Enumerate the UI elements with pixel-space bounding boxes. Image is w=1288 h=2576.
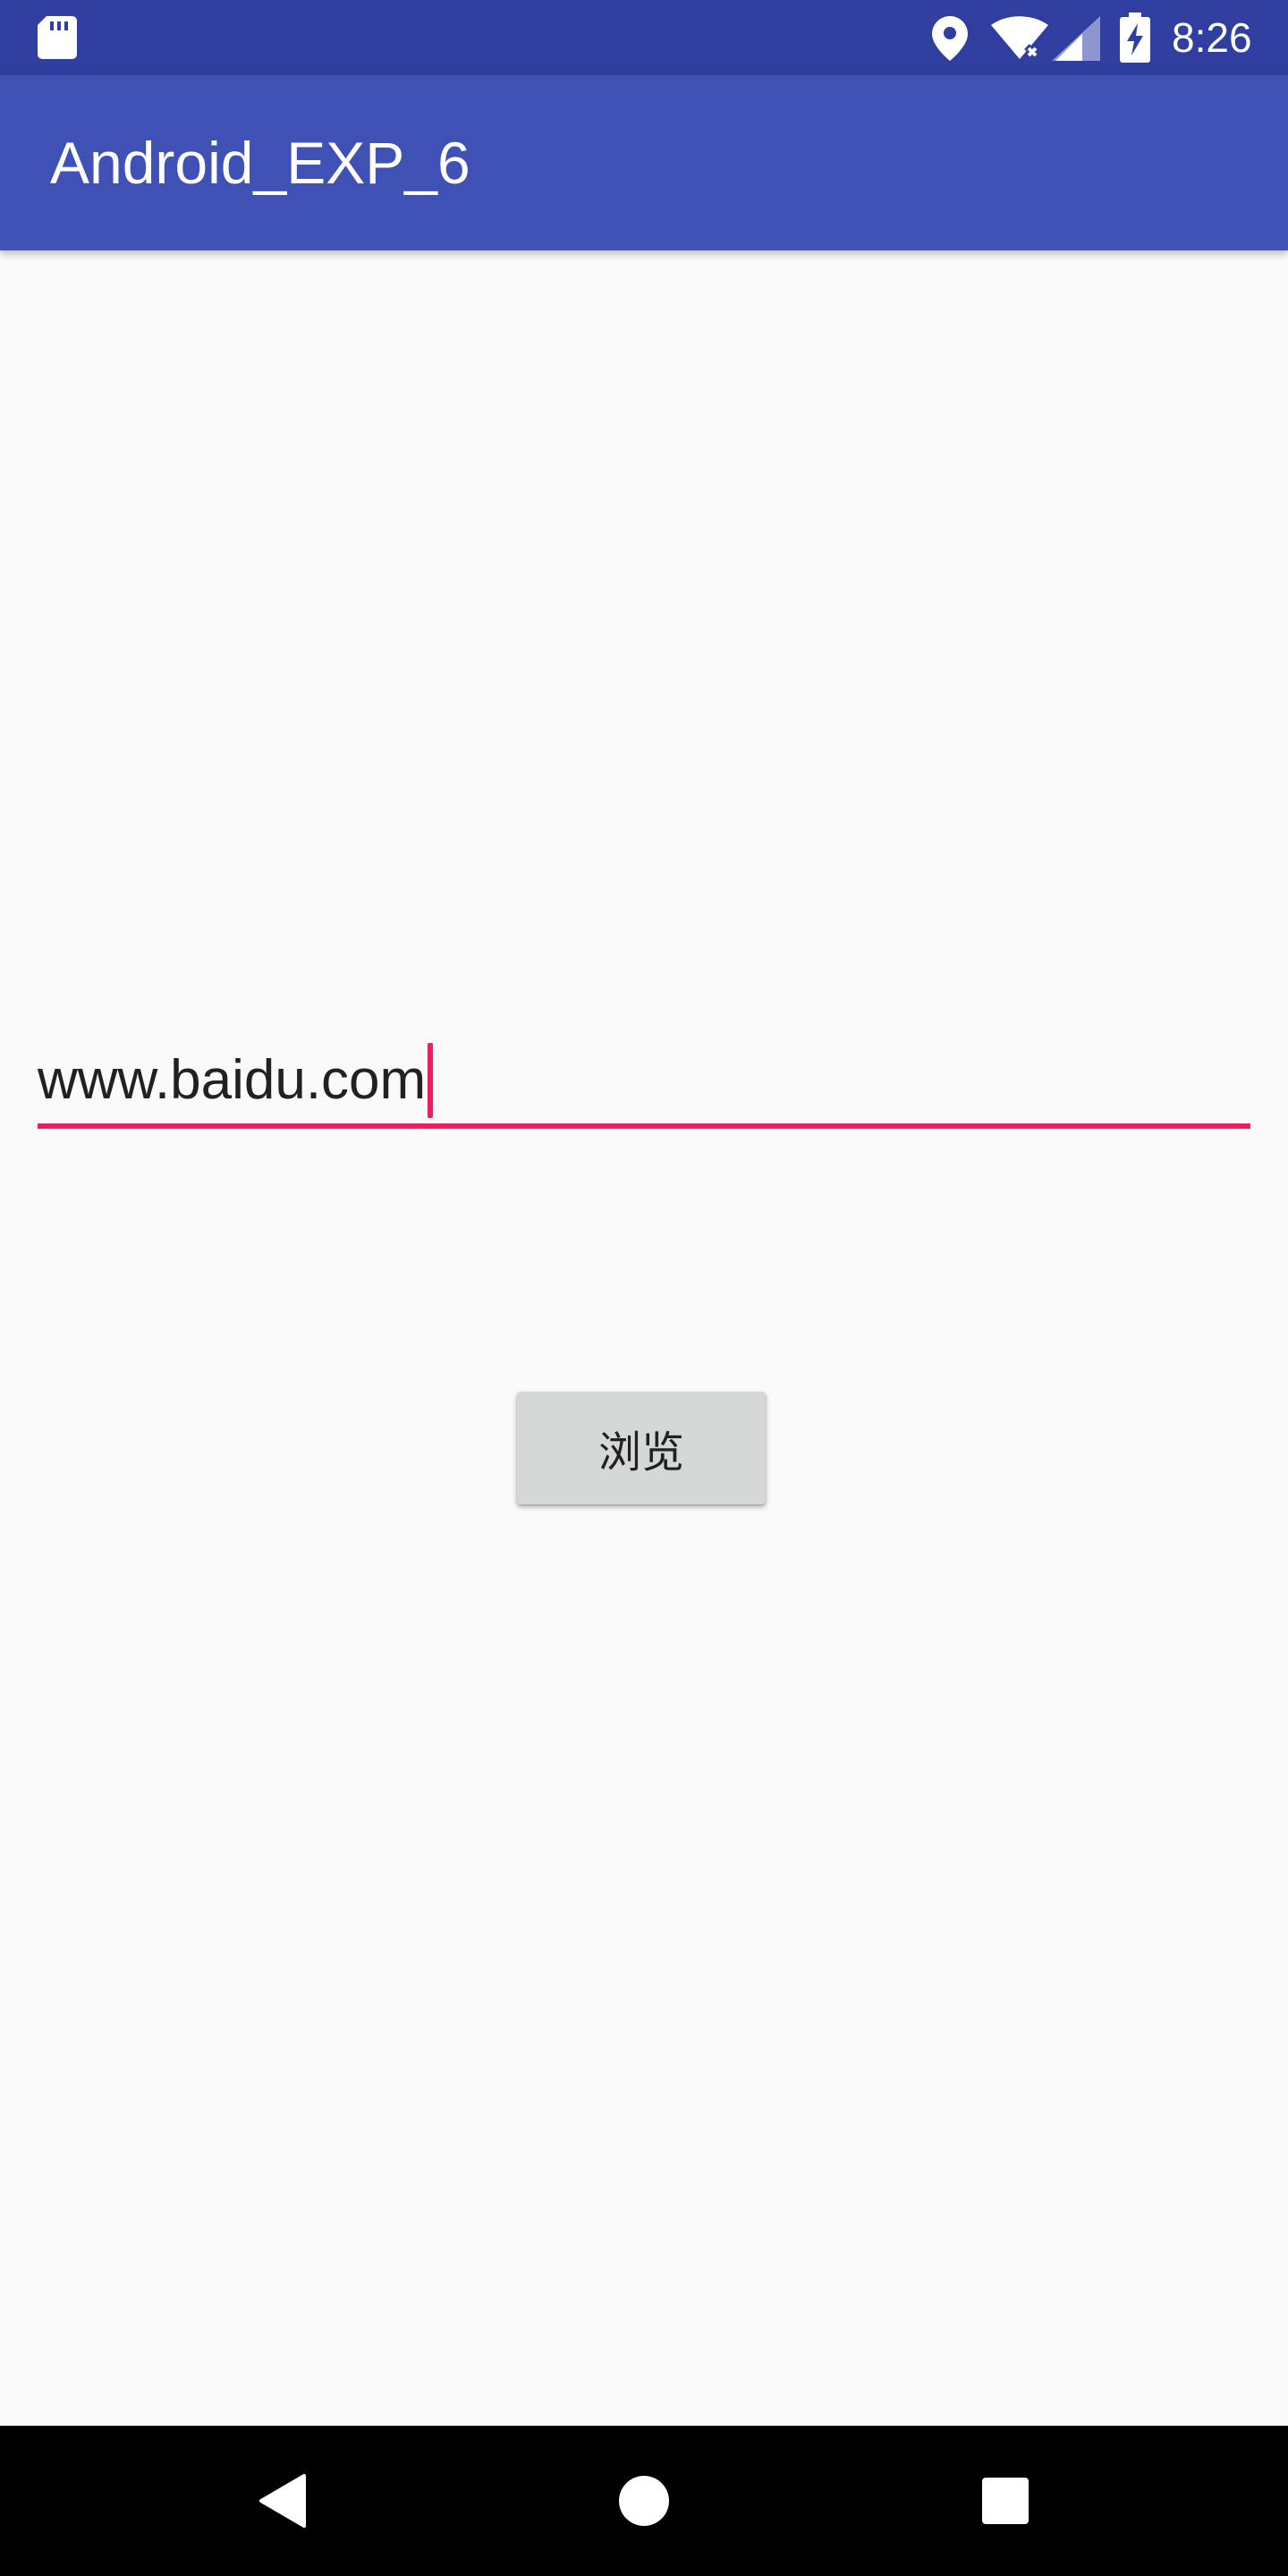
- status-time: 8:26: [1172, 14, 1252, 61]
- url-input[interactable]: www.baidu.com: [38, 1029, 1250, 1136]
- wifi-icon: [991, 16, 1048, 60]
- location-icon: [932, 16, 968, 61]
- battery-charging-icon: [1120, 13, 1150, 63]
- recents-icon: [982, 2478, 1029, 2524]
- status-bar: 8:26: [0, 0, 1288, 75]
- text-cursor: [428, 1043, 434, 1118]
- recents-button[interactable]: [948, 2444, 1063, 2558]
- home-button[interactable]: [587, 2444, 701, 2558]
- url-input-value: www.baidu.com: [38, 1049, 427, 1111]
- app-title: Android_EXP_6: [50, 130, 470, 196]
- navigation-bar: [0, 2426, 1288, 2576]
- signal-icon: [1052, 16, 1100, 61]
- back-button[interactable]: [225, 2444, 340, 2558]
- url-input-text-area[interactable]: www.baidu.com: [38, 1038, 434, 1123]
- home-icon: [619, 2476, 669, 2526]
- url-input-underline: [38, 1123, 1250, 1129]
- app-bar: Android_EXP_6: [0, 75, 1288, 250]
- sd-card-icon: [38, 16, 77, 59]
- browse-button[interactable]: 浏览: [517, 1392, 766, 1504]
- back-icon: [259, 2474, 306, 2528]
